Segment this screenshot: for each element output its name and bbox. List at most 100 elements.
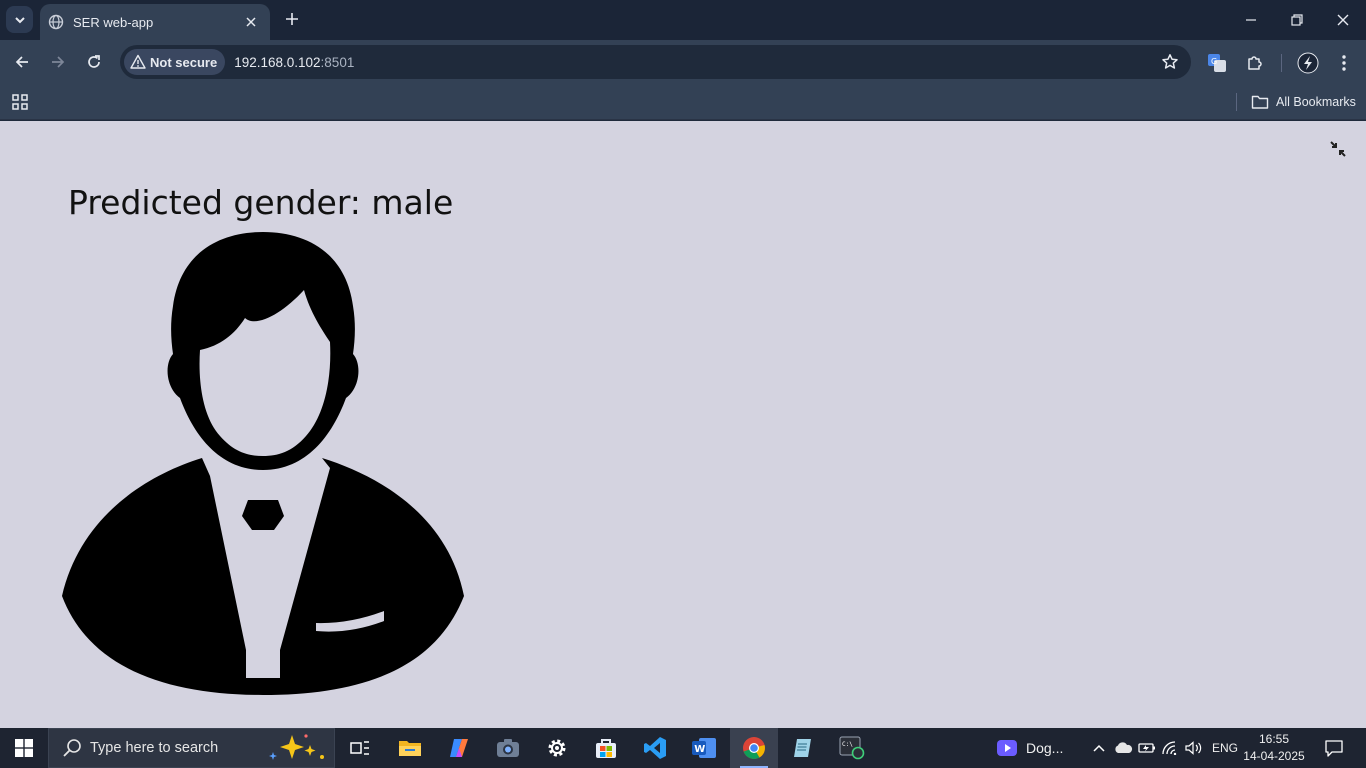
- microsoft-store-button[interactable]: [582, 728, 630, 768]
- lightning-avatar-icon: [1297, 52, 1319, 74]
- tab-strip: SER web-app: [0, 0, 1366, 40]
- close-window-button[interactable]: [1328, 6, 1358, 34]
- bookmark-star-icon[interactable]: [1161, 53, 1179, 71]
- url-host: 192.168.0.102: [234, 54, 321, 70]
- svg-text:G: G: [1211, 57, 1217, 66]
- video-player-icon: [996, 737, 1018, 759]
- search-placeholder: Type here to search: [90, 740, 219, 756]
- word-icon: W: [692, 738, 716, 758]
- restore-button[interactable]: [1282, 6, 1312, 34]
- copilot-sparkle-icon: [269, 734, 324, 760]
- wifi-icon: [1162, 741, 1177, 755]
- globe-icon: [48, 14, 64, 30]
- chevron-down-icon: [14, 16, 25, 23]
- gear-icon: [548, 739, 566, 757]
- address-bar[interactable]: Not secure 192.168.0.102:8501: [120, 45, 1191, 79]
- google-translate-extension[interactable]: G: [1205, 51, 1229, 75]
- browser-tab[interactable]: SER web-app: [40, 4, 270, 40]
- taskbar-search[interactable]: Type here to search: [48, 728, 335, 768]
- chrome-icon: [743, 737, 765, 759]
- tab-search-button[interactable]: [6, 6, 33, 33]
- search-icon: [62, 738, 82, 758]
- exit-fullscreen-icon[interactable]: [1329, 140, 1347, 158]
- profile-button[interactable]: [1296, 51, 1320, 75]
- notepad-icon: [794, 739, 811, 757]
- security-label: Not secure: [150, 54, 218, 70]
- male-businessman-icon: [62, 232, 464, 695]
- toolbar-separator: [1281, 54, 1282, 72]
- network-button[interactable]: [1160, 728, 1182, 768]
- arrow-right-icon: [52, 56, 65, 68]
- all-bookmarks-label: All Bookmarks: [1276, 95, 1356, 109]
- folder-icon: [1251, 94, 1269, 110]
- camera-button[interactable]: [484, 728, 532, 768]
- store-icon: [596, 739, 616, 758]
- forward-button[interactable]: [45, 49, 71, 75]
- bookmarks-separator: [1236, 93, 1237, 111]
- security-chip[interactable]: Not secure: [124, 49, 226, 75]
- apps-grid-icon[interactable]: [11, 93, 29, 111]
- windows-icon: [15, 739, 33, 757]
- chrome-button[interactable]: [730, 728, 778, 768]
- browser-toolbar: Not secure 192.168.0.102:8501 G: [0, 40, 1366, 85]
- clock[interactable]: 16:55 14-04-2025: [1243, 731, 1305, 765]
- minimize-button[interactable]: [1236, 6, 1266, 34]
- svg-text:C:\: C:\: [842, 741, 853, 748]
- cloud-icon: [1115, 742, 1133, 753]
- bookmarks-bar: All Bookmarks: [0, 85, 1366, 120]
- copilot-button[interactable]: [435, 728, 483, 768]
- language-indicator[interactable]: ENG: [1212, 728, 1238, 768]
- vscode-icon: [644, 737, 666, 759]
- tab-close-icon[interactable]: [242, 13, 260, 31]
- settings-button[interactable]: [533, 728, 581, 768]
- warning-icon: [130, 54, 146, 70]
- notifications-button[interactable]: [1320, 728, 1348, 768]
- arrow-left-icon: [15, 56, 28, 68]
- plus-icon: [286, 13, 298, 25]
- restore-icon: [1291, 14, 1303, 26]
- copilot-icon: [450, 739, 468, 757]
- new-tab-button[interactable]: [281, 8, 303, 30]
- battery-button[interactable]: [1136, 728, 1158, 768]
- taskbar-media-item[interactable]: Dog...: [996, 728, 1063, 768]
- reload-icon: [88, 55, 100, 68]
- all-bookmarks-button[interactable]: All Bookmarks: [1251, 91, 1356, 113]
- puzzle-icon: [1248, 56, 1262, 70]
- onedrive-button[interactable]: [1112, 728, 1134, 768]
- extensions-button[interactable]: [1243, 51, 1267, 75]
- page-title: Predicted gender: male: [68, 183, 454, 222]
- taskbar: Type here to search W C:\ Dog... ENG 16:…: [0, 728, 1366, 768]
- start-button[interactable]: [0, 728, 48, 768]
- word-button[interactable]: W: [680, 728, 728, 768]
- url-text[interactable]: 192.168.0.102:8501: [234, 55, 354, 70]
- battery-icon: [1138, 743, 1155, 753]
- show-hidden-icons-button[interactable]: [1090, 728, 1108, 768]
- chevron-up-icon: [1093, 744, 1105, 752]
- terminal-icon: C:\: [839, 736, 865, 760]
- speaker-icon: [1185, 741, 1202, 755]
- back-button[interactable]: [9, 49, 35, 75]
- vs-code-button[interactable]: [631, 728, 679, 768]
- clock-date: 14-04-2025: [1243, 749, 1305, 763]
- minimize-icon: [1246, 19, 1256, 21]
- folder-icon: [399, 741, 421, 756]
- media-label: Dog...: [1026, 740, 1064, 756]
- close-icon: [1337, 14, 1349, 26]
- kebab-menu-icon: [1342, 55, 1346, 71]
- camera-icon: [497, 739, 519, 757]
- url-port: :8501: [320, 54, 355, 70]
- tab-title: SER web-app: [73, 14, 154, 30]
- notepad-button[interactable]: [779, 728, 827, 768]
- reload-button[interactable]: [81, 49, 107, 75]
- task-view-button[interactable]: [336, 728, 384, 768]
- file-explorer-button[interactable]: [386, 728, 434, 768]
- notification-icon: [1325, 740, 1343, 757]
- volume-button[interactable]: [1183, 728, 1205, 768]
- page-content: Predicted gender: male: [0, 121, 1366, 728]
- clock-time: 16:55: [1258, 732, 1290, 746]
- task-view-icon: [350, 741, 369, 755]
- terminal-button[interactable]: C:\: [828, 728, 876, 768]
- svg-text:W: W: [694, 744, 705, 755]
- translate-icon: G: [1208, 54, 1226, 72]
- menu-button[interactable]: [1332, 51, 1356, 75]
